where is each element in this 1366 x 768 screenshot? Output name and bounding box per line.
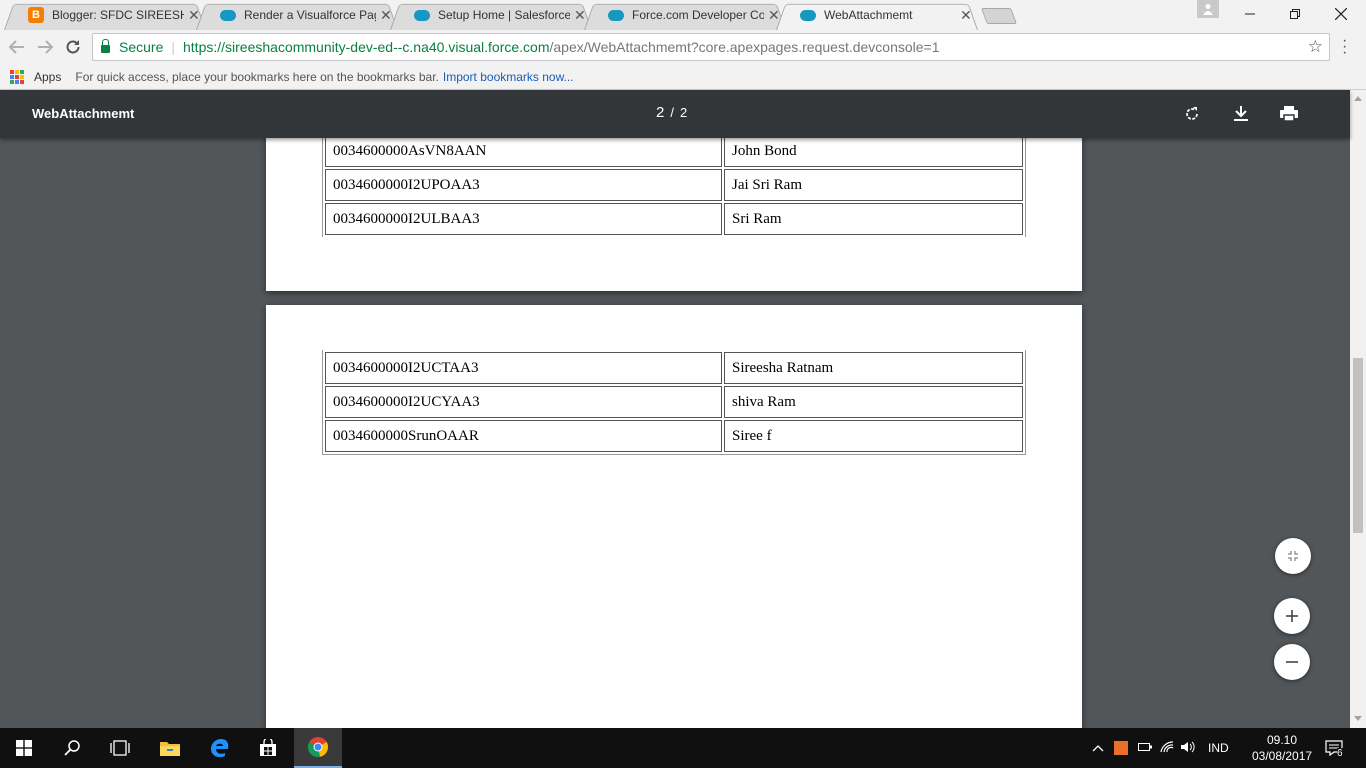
table-row: 0034600000I2UCTAA3 Sireesha Ratnam <box>325 352 1023 384</box>
contacts-table: 0034600000AsVN8AAN John Bond 0034600000I2U… <box>322 138 1026 237</box>
tab-title: WebAttachmemt <box>824 8 913 22</box>
bookmark-star-icon[interactable]: ☆ <box>1308 37 1323 57</box>
rotate-icon[interactable] <box>1180 102 1204 126</box>
contact-id-cell: 0034600000I2UCYAA3 <box>325 386 722 418</box>
edge-icon[interactable] <box>196 728 244 768</box>
tab-strip: B Blogger: SFDC SIREESHA ✕ Render a Visu… <box>0 0 1366 30</box>
tab-blogger[interactable]: B Blogger: SFDC SIREESHA ✕ <box>4 0 206 30</box>
new-tab-button[interactable] <box>981 8 1017 24</box>
blogger-icon: B <box>28 7 44 23</box>
back-icon[interactable] <box>6 36 28 58</box>
contact-name-cell: Sri Ram <box>724 203 1023 235</box>
chrome-icon[interactable] <box>294 728 342 768</box>
current-page-input[interactable]: 2 <box>656 104 664 121</box>
windows-start-icon[interactable] <box>0 728 48 768</box>
table-row: 0034600000I2ULBAA3 Sri Ram <box>325 203 1023 235</box>
contact-name-cell: Jai Sri Ram <box>724 169 1023 201</box>
print-icon[interactable] <box>1277 102 1301 126</box>
file-explorer-icon[interactable] <box>146 728 194 768</box>
tab-title: Render a Visualforce Pag <box>244 8 376 22</box>
contact-id-cell: 0034600000I2UCTAA3 <box>325 352 722 384</box>
close-window-icon[interactable] <box>1318 0 1364 28</box>
salesforce-cloud-icon <box>414 7 430 23</box>
contact-name-cell: John Bond <box>724 138 1023 167</box>
minimize-icon[interactable] <box>1227 0 1273 28</box>
contact-name-cell: shiva Ram <box>724 386 1023 418</box>
page-scrollbar[interactable] <box>1350 90 1366 728</box>
store-icon[interactable] <box>244 728 292 768</box>
action-center-icon[interactable]: 6 <box>1310 728 1358 768</box>
pdf-toolbar: WebAttachmemt 2 / 2 <box>0 90 1350 138</box>
tab-title: Setup Home | Salesforce <box>438 8 570 22</box>
search-icon[interactable] <box>48 728 96 768</box>
apps-grid-icon[interactable] <box>10 69 24 84</box>
salesforce-cloud-icon <box>220 7 236 23</box>
salesforce-cloud-icon <box>608 7 624 23</box>
total-pages: 2 <box>679 105 688 120</box>
pdf-title: WebAttachmemt <box>32 106 135 121</box>
apps-link[interactable]: Apps <box>34 70 61 84</box>
contact-id-cell: 0034600000SrunOAAR <box>325 420 722 452</box>
profile-icon[interactable] <box>1197 0 1219 18</box>
contact-id-cell: 0034600000AsVN8AAN <box>325 138 722 167</box>
url-host: https://sireeshacommunity-dev-ed--c.na40… <box>183 39 550 55</box>
lock-icon <box>101 39 110 53</box>
reload-icon[interactable] <box>62 36 84 58</box>
browser-toolbar: Secure | https://sireeshacommunity-dev-e… <box>0 30 1366 64</box>
table-row: 0034600000AsVN8AAN John Bond <box>325 138 1023 167</box>
pdf-viewport[interactable]: 0034600000AsVN8AAN John Bond 0034600000I2U… <box>0 138 1350 728</box>
contact-id-cell: 0034600000I2ULBAA3 <box>325 203 722 235</box>
url-path: /apex/WebAttachmemt?core.apexpages.reque… <box>549 39 940 55</box>
clock-date: 03/08/2017 <box>1252 749 1313 763</box>
tab-title: Blogger: SFDC SIREESHA <box>52 8 184 22</box>
chrome-menu-icon[interactable]: · · · <box>1342 33 1347 61</box>
zoom-out-icon[interactable] <box>1274 644 1310 680</box>
zoom-in-icon[interactable] <box>1274 598 1310 634</box>
secure-label: Secure <box>119 39 164 55</box>
contacts-table: 0034600000I2UCTAA3 Sireesha Ratnam 0034600… <box>322 350 1026 455</box>
download-icon[interactable] <box>1229 102 1253 126</box>
pdf-page-2: 0034600000I2UCTAA3 Sireesha Ratnam 0034600… <box>266 305 1082 728</box>
contact-name-cell: Sireesha Ratnam <box>724 352 1023 384</box>
page-indicator: 2 / 2 <box>656 104 687 121</box>
scrollbar-thumb[interactable] <box>1353 358 1363 533</box>
page-separator: / <box>670 105 674 120</box>
bookmarks-bar: Apps For quick access, place your bookma… <box>0 64 1366 90</box>
table-row: 0034600000SrunOAAR Siree f <box>325 420 1023 452</box>
clock-time: 09.10 <box>1266 733 1298 747</box>
close-tab-icon[interactable]: ✕ <box>960 7 972 24</box>
address-bar[interactable]: Secure | https://sireeshacommunity-dev-e… <box>92 33 1330 61</box>
tab-force-developer[interactable]: Force.com Developer Co ✕ <box>584 0 786 30</box>
tray-app-icon[interactable] <box>1114 741 1128 755</box>
windows-taskbar: IND 09.10 03/08/2017 6 <box>0 728 1366 768</box>
system-tray: IND <box>1092 728 1229 768</box>
volume-icon[interactable] <box>1180 741 1196 756</box>
tab-webattachmemt[interactable]: WebAttachmemt ✕ <box>776 0 978 30</box>
tab-title: Force.com Developer Co <box>632 8 764 22</box>
contact-name-cell: Siree f <box>724 420 1023 452</box>
table-row: 0034600000I2UCYAA3 shiva Ram <box>325 386 1023 418</box>
show-hidden-icons-icon[interactable] <box>1092 741 1104 755</box>
battery-icon[interactable] <box>1138 741 1152 755</box>
task-view-icon[interactable] <box>96 728 144 768</box>
language-indicator[interactable]: IND <box>1208 741 1229 755</box>
bookmarks-hint: For quick access, place your bookmarks h… <box>75 69 439 84</box>
wifi-icon[interactable] <box>1160 740 1174 756</box>
fit-to-page-icon[interactable] <box>1275 538 1311 574</box>
clock[interactable]: 09.10 03/08/2017 <box>1252 732 1312 764</box>
salesforce-cloud-icon <box>800 7 816 23</box>
table-row: 0034600000I2UPOAA3 Jai Sri Ram <box>325 169 1023 201</box>
restore-icon[interactable] <box>1272 0 1318 28</box>
import-bookmarks-link[interactable]: Import bookmarks now... <box>443 70 574 84</box>
divider: | <box>171 39 175 55</box>
scroll-up-icon[interactable] <box>1354 96 1362 101</box>
tab-setup-home[interactable]: Setup Home | Salesforce ✕ <box>390 0 592 30</box>
pdf-page-1: 0034600000AsVN8AAN John Bond 0034600000I2U… <box>266 138 1082 291</box>
contact-id-cell: 0034600000I2UPOAA3 <box>325 169 722 201</box>
tab-render-visualforce[interactable]: Render a Visualforce Pag ✕ <box>196 0 398 30</box>
scroll-down-icon[interactable] <box>1354 716 1362 721</box>
notification-count: 6 <box>1337 748 1343 759</box>
forward-icon[interactable] <box>34 36 56 58</box>
